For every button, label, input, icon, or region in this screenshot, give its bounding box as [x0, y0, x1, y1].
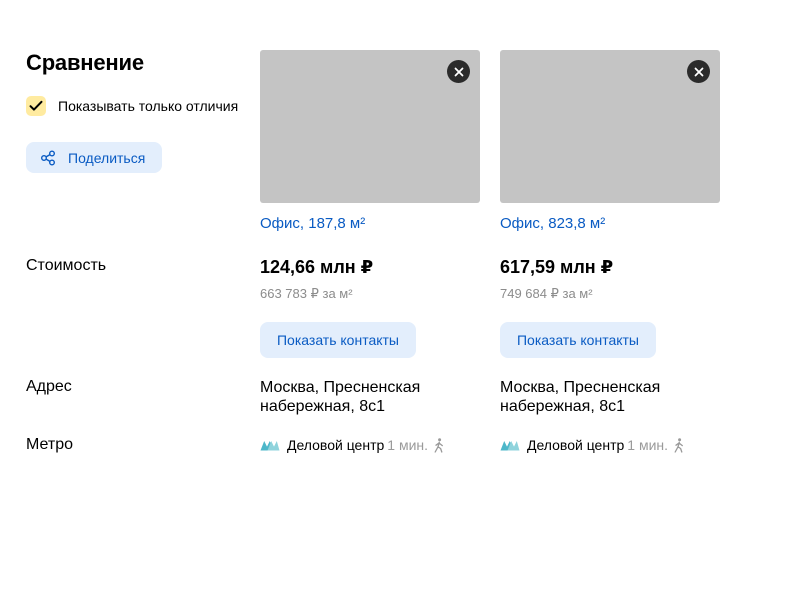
- offer-price-per-sqm: 663 783 ₽ за м²: [260, 286, 353, 301]
- offer-title-link[interactable]: Офис, 823,8 м²: [500, 215, 605, 232]
- checkbox[interactable]: [26, 96, 46, 116]
- metro-station-name: Деловой центр: [287, 437, 385, 453]
- metro-label: Метро: [26, 436, 73, 453]
- share-icon: [40, 150, 56, 166]
- show-only-differences-label: Показывать только отличия: [58, 98, 239, 114]
- offer-price: 124,66 млн ₽: [260, 257, 374, 277]
- walk-icon: [433, 437, 445, 453]
- metro-time: 1 мин.: [387, 437, 429, 453]
- offer-card: Офис, 823,8 м² 617,59 млн ₽ 749 684 ₽ за…: [500, 50, 720, 453]
- share-button[interactable]: Поделиться: [26, 142, 162, 173]
- remove-offer-button[interactable]: [687, 60, 710, 83]
- remove-offer-button[interactable]: [447, 60, 470, 83]
- page-title: Сравнение: [26, 50, 144, 75]
- show-contacts-button[interactable]: Показать контакты: [500, 322, 656, 358]
- offer-photo[interactable]: [260, 50, 480, 203]
- offer-price: 617,59 млн ₽: [500, 257, 614, 277]
- offer-card: Офис, 187,8 м² 124,66 млн ₽ 663 783 ₽ за…: [260, 50, 480, 453]
- offer-photo[interactable]: [500, 50, 720, 203]
- metro-info: Деловой центр 1 мин.: [500, 437, 685, 453]
- offer-address: Москва, Пресненская набережная, 8с1: [260, 379, 421, 415]
- metro-station-name: Деловой центр: [527, 437, 625, 453]
- show-only-differences-toggle[interactable]: Показывать только отличия: [26, 96, 238, 116]
- close-icon: [694, 67, 704, 77]
- cost-label: Стоимость: [26, 257, 107, 274]
- offer-title-link[interactable]: Офис, 187,8 м²: [260, 215, 365, 232]
- metro-time: 1 мин.: [627, 437, 669, 453]
- metro-info: Деловой центр 1 мин.: [260, 437, 445, 453]
- offer-address: Москва, Пресненская набережная, 8с1: [500, 379, 661, 415]
- walk-icon: [673, 437, 685, 453]
- metro-logo-icon: [260, 440, 280, 451]
- offer-price-per-sqm: 749 684 ₽ за м²: [500, 286, 593, 301]
- address-label: Адрес: [26, 378, 72, 395]
- show-contacts-button[interactable]: Показать контакты: [260, 322, 416, 358]
- share-label: Поделиться: [68, 149, 146, 166]
- close-icon: [454, 67, 464, 77]
- metro-logo-icon: [500, 440, 520, 451]
- checkmark-icon: [29, 100, 43, 112]
